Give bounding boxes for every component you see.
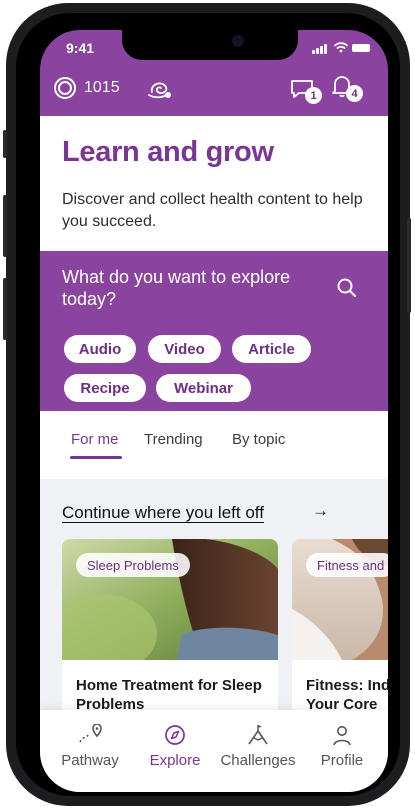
notifications-badge: 4 [346,85,363,102]
status-time: 9:41 [66,40,95,56]
continue-section: Continue where you left off → Sleep Prob… [40,479,388,719]
mute-switch [3,130,7,158]
card-title: Home Treatment for Sleep Problems [76,677,262,713]
status-bar: 9:41 [40,30,388,70]
nav-label: Profile [320,752,364,769]
nav-label: Pathway [61,752,119,769]
battery-icon [352,44,370,52]
person-icon [333,726,351,746]
messages-button[interactable]: 1 [290,78,324,104]
content-card[interactable]: Sleep Problems Home Treatment for Sleep … [62,539,278,719]
chip-video[interactable]: Video [148,335,221,363]
app-screen: 9:41 1015 1 4 Learn and grow Discover an… [40,30,388,792]
nav-label: Explore [149,752,201,769]
page-subtitle: Discover and collect health content to h… [62,191,363,230]
points-coin-icon[interactable] [54,77,76,99]
compass-icon [165,725,185,745]
volume-up-button [3,195,7,257]
explore-question: What do you want to explore today? [62,267,291,309]
content-card[interactable]: Fitness and Fitness: Ind Your Core [292,539,388,719]
volume-down-button [3,278,7,340]
chip-audio[interactable]: Audio [64,335,136,363]
points-count[interactable]: 1015 [84,79,120,97]
nav-profile[interactable]: Profile [302,724,382,769]
wifi-icon [334,42,348,53]
explore-section: What do you want to explore today? Audio… [40,251,388,411]
pathway-icon [79,724,102,743]
nav-challenges[interactable]: Challenges [218,724,298,769]
hero-section: Learn and grow Discover and collect heal… [40,116,388,251]
card-title: Fitness: Ind Your Core [306,677,388,713]
front-camera [232,35,244,47]
content-tabs: For me Trending By topic [40,411,388,479]
dynamic-island [122,30,298,60]
messages-badge: 1 [305,87,322,104]
power-button [407,218,411,313]
nav-label: Challenges [220,752,296,769]
tab-by-topic[interactable]: By topic [232,431,285,448]
chip-webinar[interactable]: Webinar [156,374,251,402]
arrow-right-icon[interactable]: → [312,501,329,521]
tab-for-me[interactable]: For me [71,431,119,448]
chip-recipe[interactable]: Recipe [64,374,146,402]
bottom-navigation: Pathway Explore Challenges Profile [40,710,388,792]
search-icon[interactable] [336,277,358,299]
nav-pathway[interactable]: Pathway [50,724,130,769]
page-title: Learn and grow [62,136,274,168]
notifications-button[interactable]: 4 [330,74,366,104]
tab-trending[interactable]: Trending [144,431,203,448]
active-tab-indicator [70,456,122,459]
nav-explore[interactable]: Explore [135,724,215,769]
card-topic-tag: Sleep Problems [76,553,190,577]
mountain-flag-icon [248,725,268,745]
continue-heading-link[interactable]: Continue where you left off [62,503,264,523]
card-topic-tag: Fitness and [306,553,388,577]
streak-swirl-icon[interactable] [146,76,174,100]
chip-article[interactable]: Article [232,335,311,363]
